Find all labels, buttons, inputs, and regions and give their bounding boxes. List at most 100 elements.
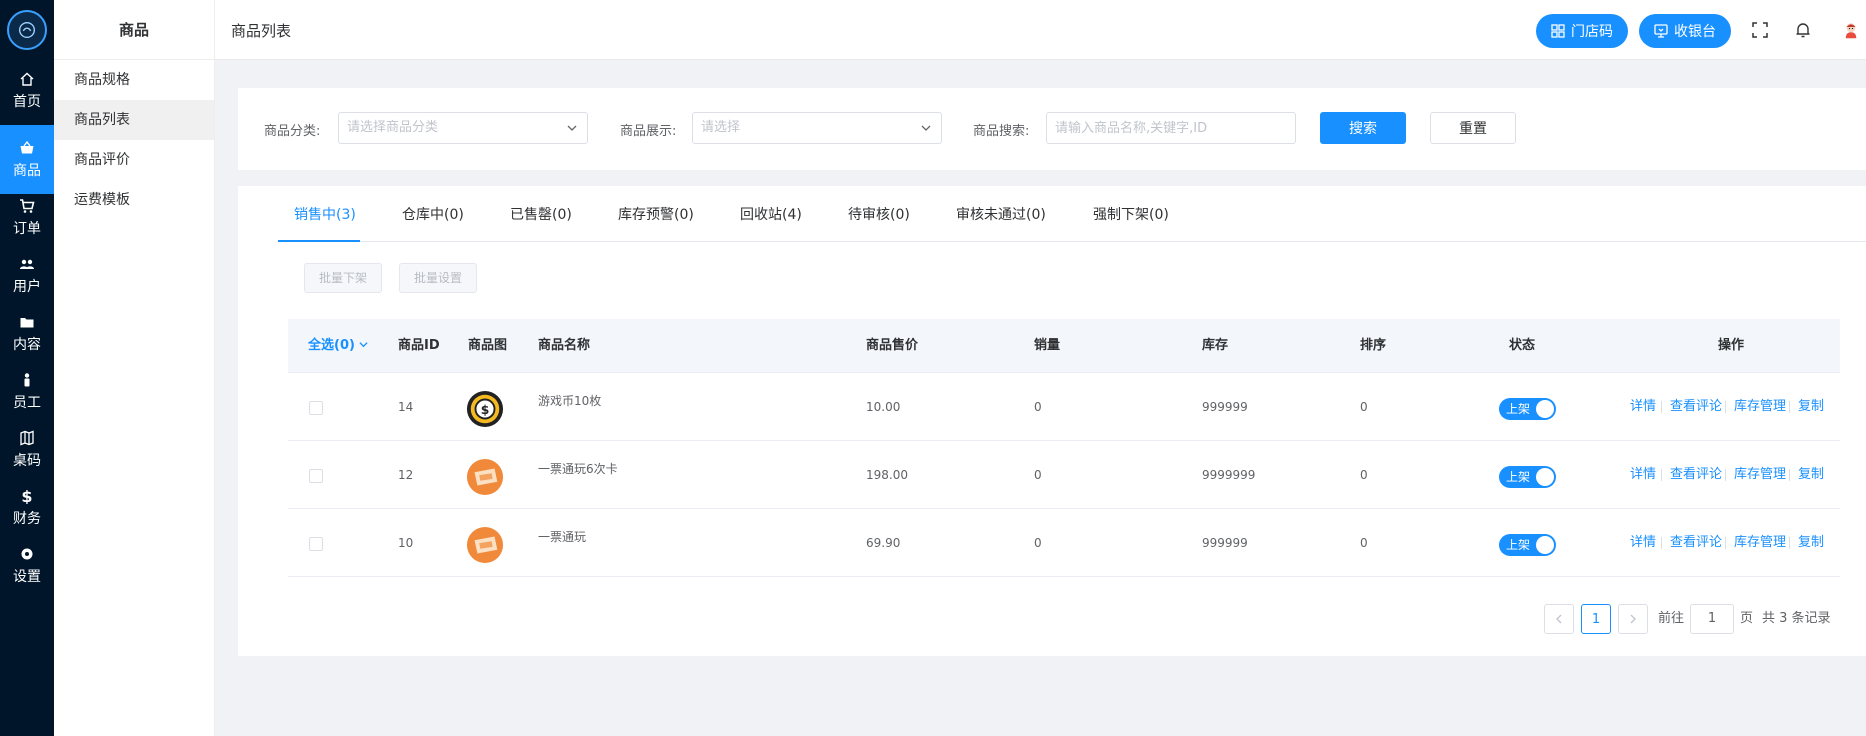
tab-recycle-bin[interactable]: 回收站(4)	[740, 186, 802, 242]
col-sales: 销量	[1034, 338, 1061, 353]
status-toggle[interactable]: 上架	[1499, 466, 1556, 488]
chevron-down-icon	[359, 342, 369, 348]
stock-manage-link[interactable]: 库存管理	[1734, 509, 1786, 577]
sub-item-reviews[interactable]: 商品评价	[54, 140, 214, 180]
status-toggle-label: 上架	[1506, 538, 1531, 552]
sub-item-specs[interactable]: 商品规格	[54, 60, 214, 100]
next-page-button[interactable]	[1618, 604, 1648, 634]
toggle-knob	[1536, 400, 1554, 418]
copy-link[interactable]: 复制	[1798, 509, 1824, 577]
table-row: 12 一票通玩6次卡 198.00 0 9999999 0 上架 详情 查看评论…	[288, 441, 1840, 509]
action-separator	[1789, 401, 1790, 413]
action-separator	[1789, 469, 1790, 481]
search-input[interactable]	[1046, 112, 1296, 144]
page-1-button[interactable]: 1	[1581, 604, 1611, 634]
stock-manage-link[interactable]: 库存管理	[1734, 441, 1786, 509]
copy-link[interactable]: 复制	[1798, 373, 1824, 441]
goto-page-input[interactable]: 1	[1690, 604, 1734, 634]
total-records: 共 3 条记录	[1762, 611, 1831, 626]
batch-offline-button[interactable]: 批量下架	[304, 263, 383, 293]
row-id: 12	[398, 468, 414, 482]
status-toggle-label: 上架	[1506, 470, 1531, 484]
rail-item-home[interactable]: 首页	[0, 56, 54, 125]
row-price: 198.00	[866, 468, 908, 482]
goto-label: 前往	[1658, 611, 1685, 626]
gear-icon	[21, 548, 33, 559]
col-actions: 操作	[1718, 338, 1745, 353]
chevron-right-icon	[1630, 614, 1636, 624]
rail-label-table-code: 桌码	[13, 452, 41, 469]
sub-sidebar-title: 商品	[54, 0, 214, 60]
stock-manage-link[interactable]: 库存管理	[1734, 373, 1786, 441]
notification-button[interactable]	[1793, 20, 1813, 40]
sub-item-list[interactable]: 商品列表	[54, 100, 214, 140]
folder-icon	[20, 317, 34, 327]
tab-sold-out[interactable]: 已售罄(0)	[510, 186, 572, 242]
action-separator	[1661, 401, 1662, 413]
staff-icon	[24, 372, 30, 386]
top-header: 商品列表 门店码 收银台	[215, 0, 1866, 60]
action-separator	[1789, 537, 1790, 549]
product-list-card: 销售中(3) 仓库中(0) 已售罄(0) 库存预警(0) 回收站(4) 待审核(…	[238, 186, 1866, 656]
display-select[interactable]: 请选择	[692, 112, 942, 144]
ticket-thumbnail	[466, 458, 504, 496]
tab-pending-review[interactable]: 待审核(0)	[848, 186, 910, 242]
users-icon	[20, 259, 34, 269]
row-sales: 0	[1034, 536, 1042, 550]
user-avatar[interactable]	[1839, 18, 1863, 42]
tab-on-sale[interactable]: 销售中(3)	[294, 186, 356, 242]
detail-link[interactable]: 详情	[1630, 509, 1656, 577]
status-tabs: 销售中(3) 仓库中(0) 已售罄(0) 库存预警(0) 回收站(4) 待审核(…	[278, 186, 1866, 242]
view-reviews-link[interactable]: 查看评论	[1670, 373, 1722, 441]
row-stock: 999999	[1202, 536, 1248, 550]
select-all-label: 全选(0)	[308, 338, 355, 353]
tab-review-rejected[interactable]: 审核未通过(0)	[956, 186, 1046, 242]
category-select[interactable]: 请选择商品分类	[338, 112, 588, 144]
view-reviews-link[interactable]: 查看评论	[1670, 441, 1722, 509]
display-select-placeholder: 请选择	[701, 120, 741, 135]
row-sales: 0	[1034, 468, 1042, 482]
detail-link[interactable]: 详情	[1630, 373, 1656, 441]
store-code-button[interactable]: 门店码	[1536, 14, 1628, 48]
tab-forced-offline[interactable]: 强制下架(0)	[1093, 186, 1169, 242]
chevron-down-icon	[567, 125, 577, 131]
select-all-dropdown[interactable]: 全选(0)	[308, 319, 369, 373]
prev-page-button[interactable]	[1544, 604, 1574, 634]
row-checkbox[interactable]	[309, 469, 323, 483]
rail-label-content: 内容	[13, 336, 41, 353]
tab-in-warehouse[interactable]: 仓库中(0)	[402, 186, 464, 242]
action-separator	[1725, 401, 1726, 413]
category-select-placeholder: 请选择商品分类	[347, 120, 439, 135]
row-checkbox[interactable]	[309, 401, 323, 415]
reset-button[interactable]: 重置	[1430, 112, 1516, 144]
store-code-label: 门店码	[1571, 24, 1613, 40]
fullscreen-button[interactable]	[1750, 20, 1770, 40]
app-logo[interactable]	[7, 10, 47, 50]
search-button[interactable]: 搜索	[1320, 112, 1406, 144]
status-toggle[interactable]: 上架	[1499, 398, 1556, 420]
cart-icon	[20, 198, 35, 213]
action-separator	[1661, 537, 1662, 549]
fullscreen-icon	[1752, 22, 1768, 38]
cashier-button[interactable]: 收银台	[1639, 14, 1731, 48]
status-toggle[interactable]: 上架	[1499, 534, 1556, 556]
detail-link[interactable]: 详情	[1630, 441, 1656, 509]
ticket-thumbnail	[466, 526, 504, 564]
view-reviews-link[interactable]: 查看评论	[1670, 509, 1722, 577]
sub-item-shipping[interactable]: 运费模板	[54, 180, 214, 220]
col-image: 商品图	[468, 338, 508, 353]
row-name: 一票通玩	[538, 530, 587, 544]
copy-link[interactable]: 复制	[1798, 441, 1824, 509]
table-row: 14 $ 游戏币10枚 10.00 0 999999 0 上架 详情 查看评论 …	[288, 373, 1840, 441]
row-sort: 0	[1360, 536, 1368, 550]
rail-item-settings[interactable]: 设置	[0, 531, 54, 600]
tab-stock-warning[interactable]: 库存预警(0)	[618, 186, 694, 242]
batch-settings-button[interactable]: 批量设置	[399, 263, 478, 293]
avatar-icon	[1845, 23, 1857, 39]
action-separator	[1661, 469, 1662, 481]
row-stock: 999999	[1202, 400, 1248, 414]
row-sort: 0	[1360, 400, 1368, 414]
row-checkbox[interactable]	[309, 537, 323, 551]
status-toggle-label: 上架	[1506, 402, 1531, 416]
table-header: 全选(0) 商品ID 商品图 商品名称 商品售价 销量 库存 排序 状态 操作	[288, 319, 1840, 373]
